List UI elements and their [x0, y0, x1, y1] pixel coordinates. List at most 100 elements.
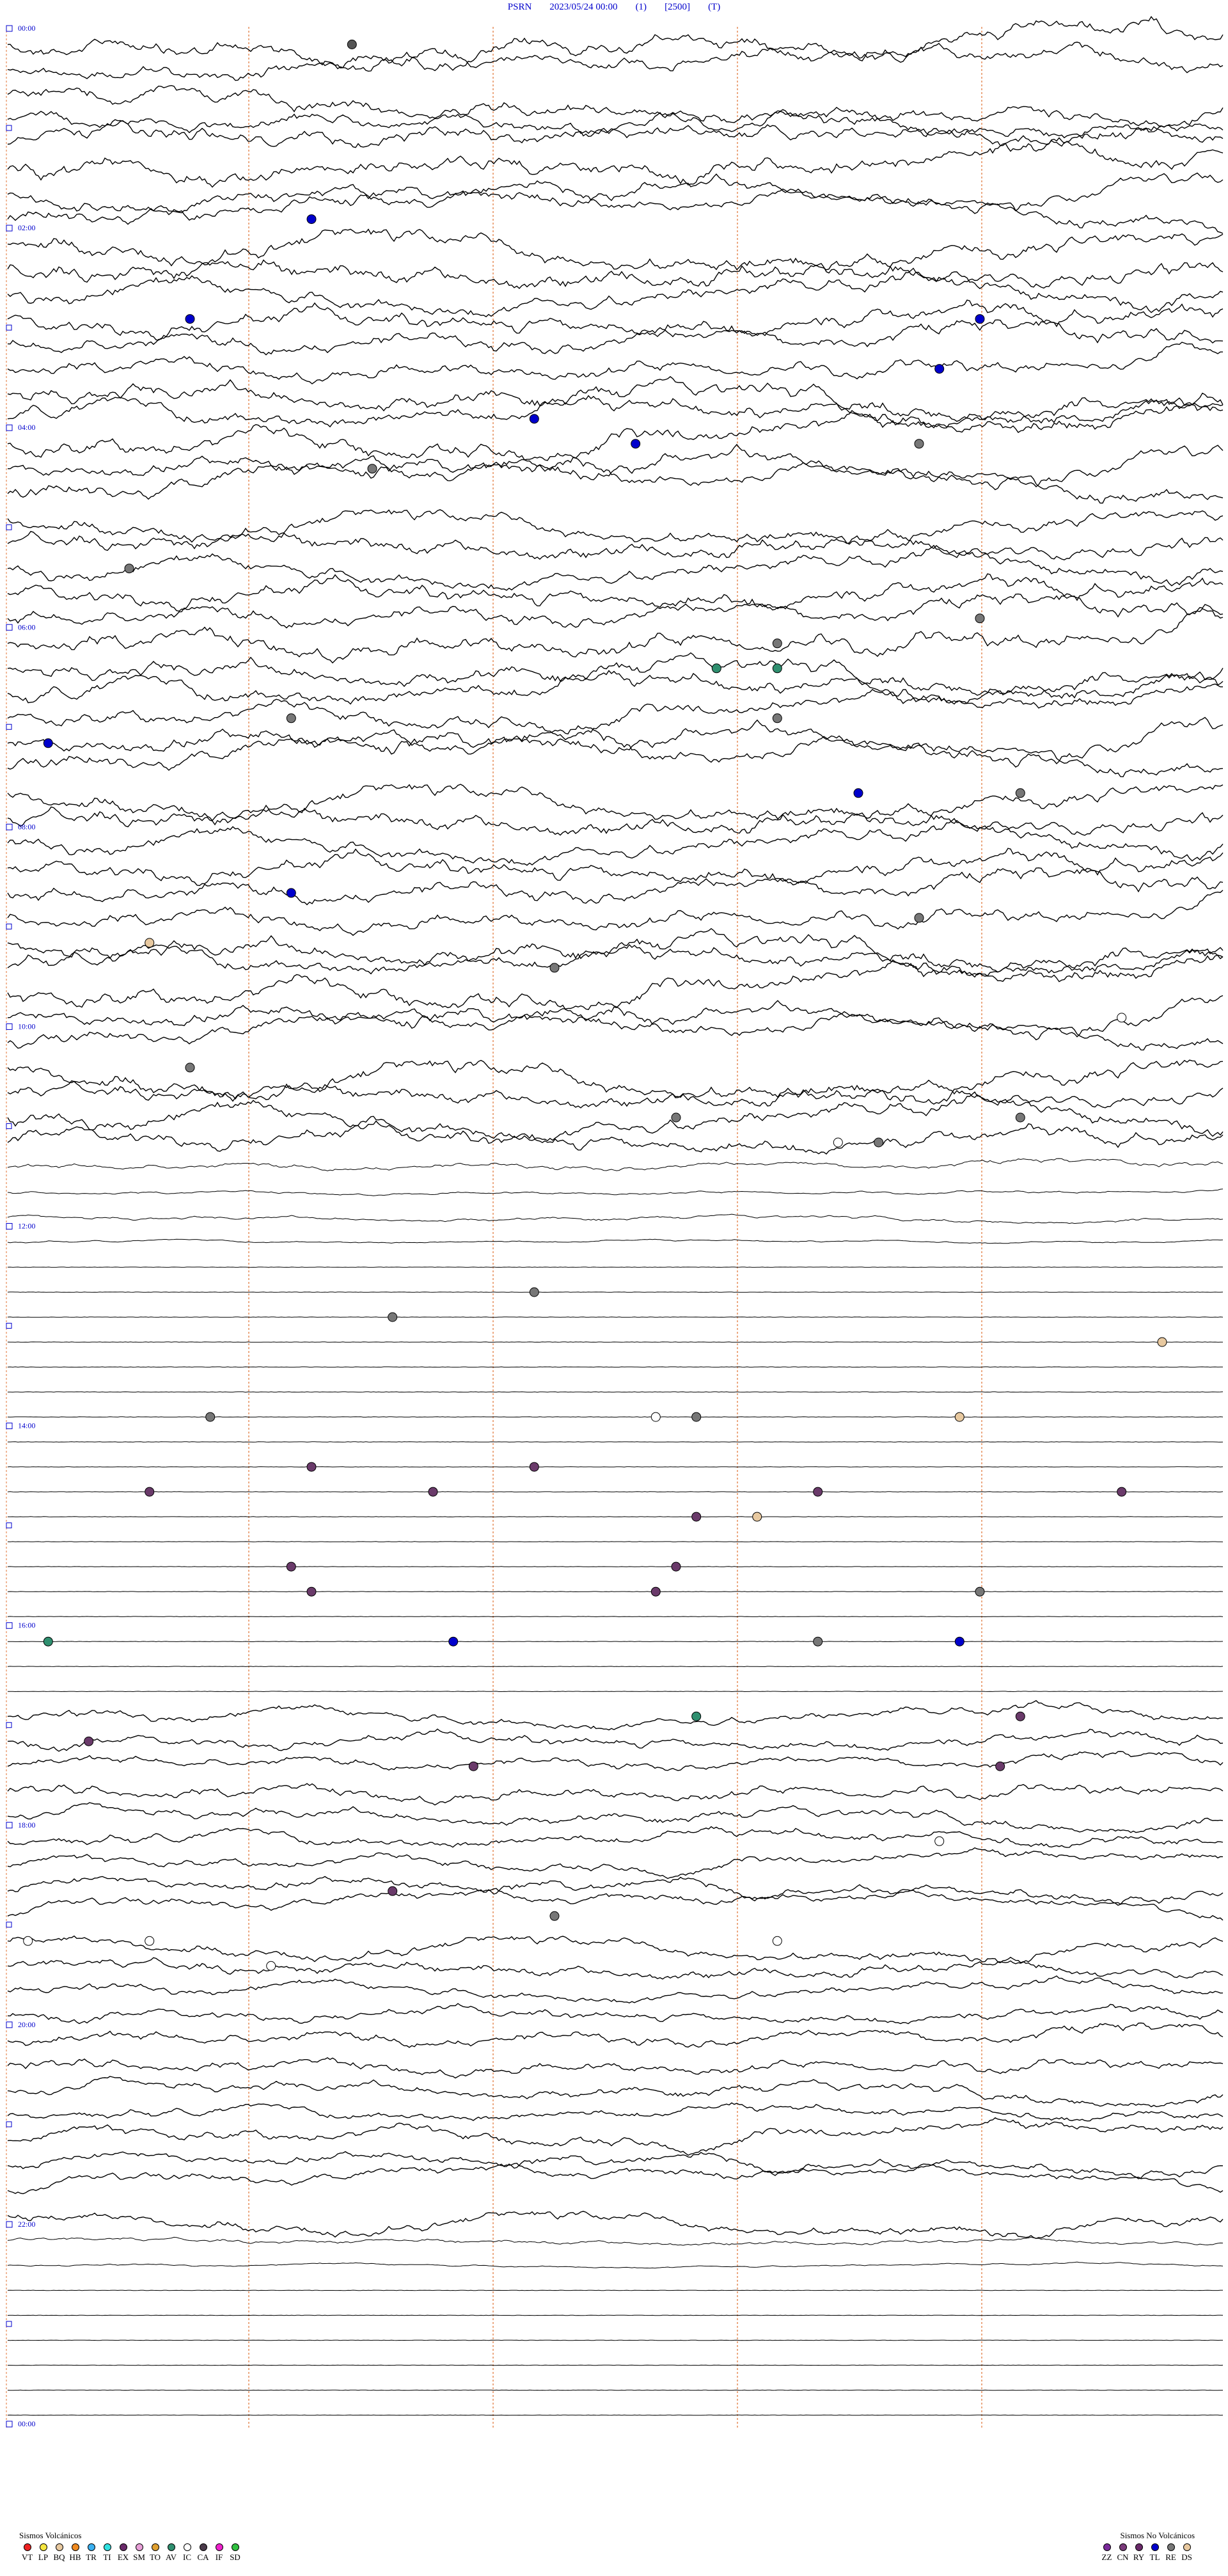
trace-row [7, 2117, 1224, 2156]
event-marker-ca [388, 1886, 398, 1896]
trace-row [7, 375, 1224, 423]
event-marker-ca [529, 1462, 539, 1472]
legend-volcanic-dot-ti [103, 2543, 111, 2551]
trace-row [7, 110, 1224, 148]
trace-row [7, 173, 1224, 234]
time-label-marker [6, 1423, 13, 1430]
time-label-marker [6, 823, 13, 830]
event-marker-ds [813, 1636, 823, 1647]
time-label: 00:00 [18, 24, 35, 33]
legend-nonvolcanic-code-ry: RY [1133, 2552, 1145, 2562]
event-marker-ds [691, 1412, 702, 1422]
legend-volcanic-code-tr: TR [86, 2552, 97, 2562]
trace-row [7, 1238, 1224, 1244]
trace-row [7, 2339, 1223, 2341]
legend-nonvolcanic-item-cn: CN [1115, 2543, 1131, 2563]
legend-volcanic-dot-sd [231, 2543, 239, 2551]
trace-row [7, 1641, 1224, 1643]
event-marker-ds [367, 464, 377, 474]
legend-volcanic-item-ti: TI [99, 2543, 115, 2563]
event-marker-tl [934, 364, 945, 374]
trace-row [7, 1366, 1223, 1368]
time-label-marker [6, 2221, 13, 2228]
event-marker-ds [1015, 1112, 1025, 1123]
event-marker-ds [347, 40, 357, 49]
event-marker-ca [286, 1561, 296, 1572]
event-marker-ic [934, 1836, 945, 1846]
trace-row [7, 2236, 1224, 2246]
legend-volcanic-item-vt: VT [19, 2543, 35, 2563]
time-label-marker [6, 424, 13, 431]
event-marker-ds [975, 613, 985, 624]
legend-nonvolcanic-dot-ds [1183, 2543, 1191, 2551]
trace-row [7, 253, 1224, 289]
trace-row [7, 342, 1223, 384]
trace-row [7, 267, 1224, 317]
legend-nonvolcanic-dot-tl [1151, 2543, 1159, 2551]
time-label: 10:00 [18, 1022, 35, 1031]
event-marker-ic [833, 1137, 843, 1148]
event-marker-ds [124, 564, 134, 574]
legend-volcanic-item-tr: TR [83, 2543, 99, 2563]
event-marker-ic [23, 1936, 33, 1946]
trace-row [7, 608, 1224, 664]
trace-row [7, 443, 1224, 504]
trace-row [7, 1416, 1224, 1418]
trace-row [7, 1847, 1224, 1879]
legend-volcanic-dot-tr [87, 2543, 95, 2551]
hour-tick-marker [6, 1123, 12, 1129]
event-marker-ds [205, 1412, 216, 1422]
legend-nonvolcanic-item-tl: TL [1147, 2543, 1163, 2563]
event-marker-tl [954, 1636, 964, 1647]
trace-row [7, 683, 1223, 741]
event-marker-ic [772, 1936, 782, 1946]
event-marker-ds [874, 1137, 884, 1148]
trace-row [7, 1091, 1224, 1142]
legend-volcanic-code-sd: SD [230, 2552, 240, 2562]
event-marker-ca [813, 1487, 823, 1497]
event-marker-ic [711, 663, 721, 674]
legend-volcanic-dot-bq [55, 2543, 63, 2551]
event-marker-ds [772, 713, 782, 723]
hour-tick-marker [6, 1522, 12, 1529]
legend-nonvolcanic-dot-ry [1135, 2543, 1143, 2551]
trace-row [7, 670, 1224, 705]
legend-volcanic-code-ic: IC [183, 2552, 191, 2562]
legend-volcanic-code-if: IF [215, 2552, 223, 2562]
legend-volcanic-item-lp: LP [35, 2543, 51, 2563]
trace-row [7, 137, 1224, 188]
legend-volcanic-dot-ca [199, 2543, 207, 2551]
trace-row [7, 2057, 1224, 2079]
trace-row [7, 818, 1224, 866]
hour-tick-marker [6, 2121, 12, 2128]
trace-row [7, 1826, 1224, 1848]
legend-nonvolcanic-item-zz: ZZ [1099, 2543, 1115, 2563]
legend-nonvolcanic-title: Sismos No Volcánicos [1120, 2531, 1195, 2540]
event-marker-ca [306, 1586, 317, 1597]
trace-row [7, 2211, 1224, 2240]
trace-row [8, 445, 1224, 491]
legend-volcanic-dot-to [151, 2543, 159, 2551]
event-marker-ic [772, 663, 782, 674]
time-label-marker [6, 624, 13, 631]
event-marker-ca [468, 1761, 478, 1771]
trace-row [7, 509, 1224, 549]
legend-volcanic-dot-vt [23, 2543, 31, 2551]
trace-row [7, 954, 1224, 1022]
legend-volcanic-item-sm: SM [131, 2543, 147, 2563]
trace-row [8, 2364, 1224, 2366]
time-label: 22:00 [18, 2220, 35, 2229]
legend-nonvolcanic-item-ds: DS [1179, 2543, 1195, 2563]
trace-row [7, 2261, 1224, 2269]
legend-volcanic-item-bq: BQ [51, 2543, 67, 2563]
hour-tick-marker [6, 524, 12, 530]
legend-nonvolcanic-code-ds: DS [1181, 2552, 1192, 2562]
legend-volcanic-item-hb: HB [67, 2543, 83, 2563]
trace-row [7, 2314, 1224, 2316]
legend-volcanic-code-vt: VT [21, 2552, 33, 2562]
trace-row [7, 1975, 1224, 2003]
trace-row [7, 1000, 1224, 1051]
legend-volcanic-code-sm: SM [133, 2552, 145, 2562]
event-marker-ca [145, 1487, 155, 1497]
event-marker-ds [671, 1112, 681, 1123]
